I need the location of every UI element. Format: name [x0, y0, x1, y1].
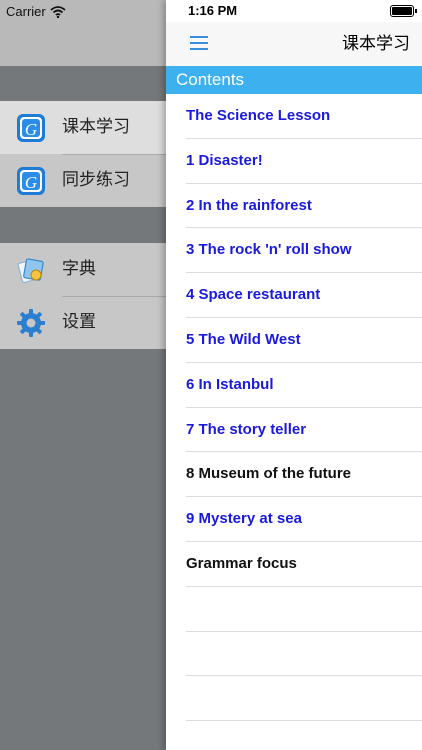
list-item-label: 1 Disaster! [186, 151, 263, 169]
list-item-label: 4 Space restaurant [186, 286, 321, 304]
empty-row [166, 587, 422, 632]
menu-item-textbook[interactable]: G 课本学习 [0, 101, 166, 154]
menu-item-dictionary-label: 字典 [62, 259, 96, 279]
contents-header-label: Contents [176, 70, 245, 89]
list-item-label: 3 The rock 'n' roll show [186, 241, 352, 259]
menu-group-tools: 字典 设置 [0, 243, 166, 349]
menu-item-practice-label: 同步练习 [62, 170, 130, 190]
contents-list: The Science Lesson 1 Disaster! 2 In the … [166, 94, 422, 722]
dictionary-icon [17, 258, 44, 284]
side-menu: Carrier G 课本学习 G 同步练习 字典 设置 [0, 0, 166, 750]
status-carrier: Carrier [6, 4, 66, 19]
empty-row [166, 632, 422, 677]
list-item[interactable]: 4 Space restaurant [166, 273, 422, 318]
menu-item-dictionary[interactable]: 字典 [0, 243, 166, 296]
list-item-label: 2 In the rainforest [186, 196, 312, 214]
gear-icon [17, 309, 45, 337]
list-item[interactable]: The Science Lesson [166, 94, 422, 139]
list-item[interactable]: Grammar focus [166, 542, 422, 587]
carrier-label: Carrier [6, 4, 46, 19]
hamburger-icon[interactable] [190, 35, 208, 51]
list-item[interactable]: 2 In the rainforest [166, 184, 422, 229]
list-item[interactable]: 6 In Istanbul [166, 363, 422, 408]
contents-header: Contents [166, 66, 422, 94]
menu-item-textbook-label: 课本学习 [62, 117, 130, 137]
page-title: 课本学习 [342, 34, 410, 54]
battery-icon [390, 5, 417, 17]
list-item[interactable]: 5 The Wild West [166, 318, 422, 363]
list-item-label: 8 Museum of the future [186, 465, 352, 483]
list-item-label: 6 In Istanbul [186, 375, 274, 393]
list-item[interactable]: 8 Museum of the future [166, 452, 422, 498]
contents-panel: 1:16 PM 课本学习 Contents The Science Lesson… [166, 0, 422, 750]
list-item-label: 9 Mystery at sea [186, 510, 302, 528]
list-item[interactable]: 1 Disaster! [166, 139, 422, 184]
wifi-icon [50, 5, 66, 18]
nav-bar: 课本学习 [166, 22, 422, 67]
svg-text:G: G [25, 173, 37, 192]
list-item-label: 5 The Wild West [186, 330, 301, 348]
list-item-label: 7 The story teller [186, 420, 307, 438]
empty-row [166, 676, 422, 722]
list-item[interactable]: 7 The story teller [166, 408, 422, 453]
menu-group-study: G 课本学习 G 同步练习 [0, 101, 166, 207]
list-item-label: Grammar focus [186, 554, 297, 572]
list-item[interactable]: 3 The rock 'n' roll show [166, 228, 422, 274]
book-app-icon: G [17, 167, 45, 195]
side-menu-header: Carrier [0, 0, 166, 66]
list-item[interactable]: 9 Mystery at sea [166, 497, 422, 542]
status-bar: 1:16 PM [166, 0, 422, 22]
list-item-label: The Science Lesson [186, 107, 331, 124]
book-app-icon: G [17, 114, 45, 142]
menu-item-settings-label: 设置 [62, 312, 96, 332]
menu-item-practice[interactable]: G 同步练习 [0, 154, 166, 207]
status-time: 1:16 PM [188, 3, 238, 18]
menu-item-settings[interactable]: 设置 [0, 296, 166, 349]
svg-text:G: G [25, 120, 37, 139]
